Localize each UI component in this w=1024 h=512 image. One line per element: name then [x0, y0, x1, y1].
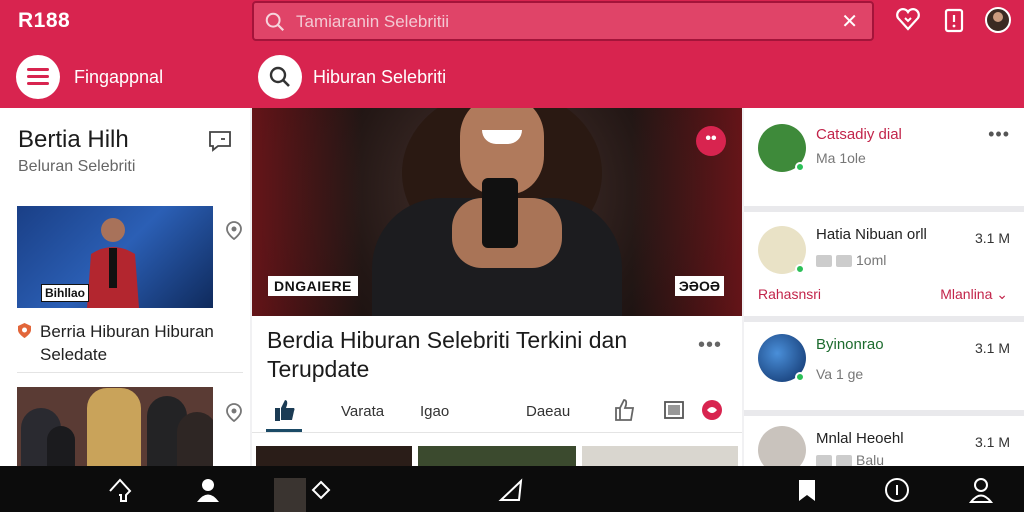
shield-icon — [18, 323, 31, 338]
news-caption[interactable]: Berria Hiburan Hiburan Seledate — [40, 320, 240, 366]
navigation-icon[interactable] — [498, 477, 524, 503]
online-indicator — [795, 372, 805, 382]
category-link[interactable]: Rahasnsri — [758, 286, 821, 302]
online-indicator — [795, 162, 805, 172]
location-icon[interactable] — [700, 398, 724, 422]
video-icon — [816, 255, 832, 268]
hero-tag: ЭӘОӘ — [674, 276, 724, 296]
list-item[interactable]: Byinonrao 3.1 M Va 1 ge — [744, 322, 1024, 410]
bottom-navigation — [0, 466, 1024, 512]
item-subtitle: Ma 1ole — [816, 150, 866, 166]
news-thumbnail[interactable]: Bihllao — [17, 206, 213, 308]
tab-varata[interactable]: Varata — [341, 403, 384, 420]
search-icon — [265, 12, 285, 32]
hero-tag: DNGAIERE — [268, 276, 358, 296]
tab-daeau[interactable]: Daeau — [526, 403, 570, 420]
thumbs-up-icon — [275, 400, 295, 421]
tab-like[interactable] — [266, 398, 302, 432]
gallery-icon[interactable] — [662, 398, 686, 422]
main-feed: DNGAIERE ЭӘОӘ •• Berdia Hiburan Selebrit… — [252, 108, 742, 466]
view-count: 3.1 M — [974, 230, 1010, 246]
hero-menu-button[interactable]: •• — [696, 126, 726, 156]
item-meta: 1oml — [816, 252, 886, 268]
top-bar: R188 Tamiaranin Selebritii ✕ Fingappnal … — [0, 0, 1024, 108]
menu-button[interactable] — [16, 55, 60, 99]
view-count: 3.1 M — [974, 340, 1010, 356]
image-icon — [836, 255, 852, 268]
online-indicator — [795, 264, 805, 274]
menu-label[interactable]: Fingappnal — [74, 67, 163, 88]
divider — [17, 372, 243, 373]
media-thumbnail[interactable] — [274, 478, 306, 512]
clear-icon[interactable]: ✕ — [841, 9, 858, 34]
search-input[interactable]: Tamiaranin Selebritii — [296, 12, 449, 32]
thumbnail-tag: Bihllao — [41, 284, 90, 302]
bookmark-icon[interactable] — [224, 402, 244, 422]
search-icon — [269, 66, 290, 87]
person-image — [87, 218, 139, 308]
search-category-button[interactable] — [258, 55, 302, 99]
list-item[interactable]: Mnlal Heoehl 3.1 M Balu — [744, 416, 1024, 474]
more-options-button[interactable]: ••• — [988, 124, 1010, 145]
item-name: Catsadiy dial — [816, 126, 902, 143]
view-count: 3.1 M — [974, 434, 1010, 450]
more-options-button[interactable]: ••• — [698, 334, 722, 357]
profile-icon[interactable] — [195, 477, 221, 503]
comment-icon[interactable] — [208, 130, 232, 152]
panel-subtitle: Beluran Selebriti — [18, 158, 136, 175]
list-item[interactable]: Catsadiy dial Ma 1ole ••• — [744, 108, 1024, 206]
list-item[interactable]: Hatia Nibuan orll 3.1 M 1oml Rahasnsri M… — [744, 212, 1024, 316]
brand-logo[interactable]: R188 — [18, 9, 70, 33]
related-thumbnail[interactable] — [256, 446, 412, 466]
news-thumbnail[interactable] — [17, 387, 213, 466]
more-link[interactable]: Mlanlina ⌄ — [940, 286, 1008, 303]
related-thumbnail[interactable] — [418, 446, 576, 466]
tab-igao[interactable]: Igao — [420, 403, 449, 420]
item-name: Hatia Nibuan orll — [816, 226, 927, 243]
item-name: Mnlal Heoehl — [816, 430, 904, 447]
item-name: Byinonrao — [816, 336, 884, 353]
bookmark-icon[interactable] — [224, 220, 244, 240]
like-icon[interactable] — [612, 398, 636, 422]
left-panel: Bertia Hilh Beluran Selebriti Bihllao Be… — [0, 108, 250, 466]
search-category-label[interactable]: Hiburan Selebriti — [313, 67, 446, 88]
bookmark-icon[interactable] — [794, 477, 820, 503]
heart-icon[interactable] — [895, 7, 921, 33]
account-icon[interactable] — [968, 477, 994, 503]
diamond-icon[interactable] — [308, 477, 334, 503]
panel-title: Bertia Hilh — [18, 126, 129, 153]
home-icon[interactable] — [107, 477, 133, 503]
notification-icon[interactable] — [941, 7, 967, 33]
user-avatar[interactable] — [985, 7, 1011, 33]
item-subtitle: Va 1 ge — [816, 366, 864, 382]
search-bar[interactable]: Tamiaranin Selebritii ✕ — [252, 1, 874, 41]
divider — [252, 432, 742, 433]
info-icon[interactable] — [884, 477, 910, 503]
article-title[interactable]: Berdia Hiburan Selebriti Terkini dan Ter… — [267, 326, 667, 384]
related-thumbnail[interactable] — [582, 446, 738, 466]
right-panel: Catsadiy dial Ma 1ole ••• Hatia Nibuan o… — [744, 108, 1024, 474]
